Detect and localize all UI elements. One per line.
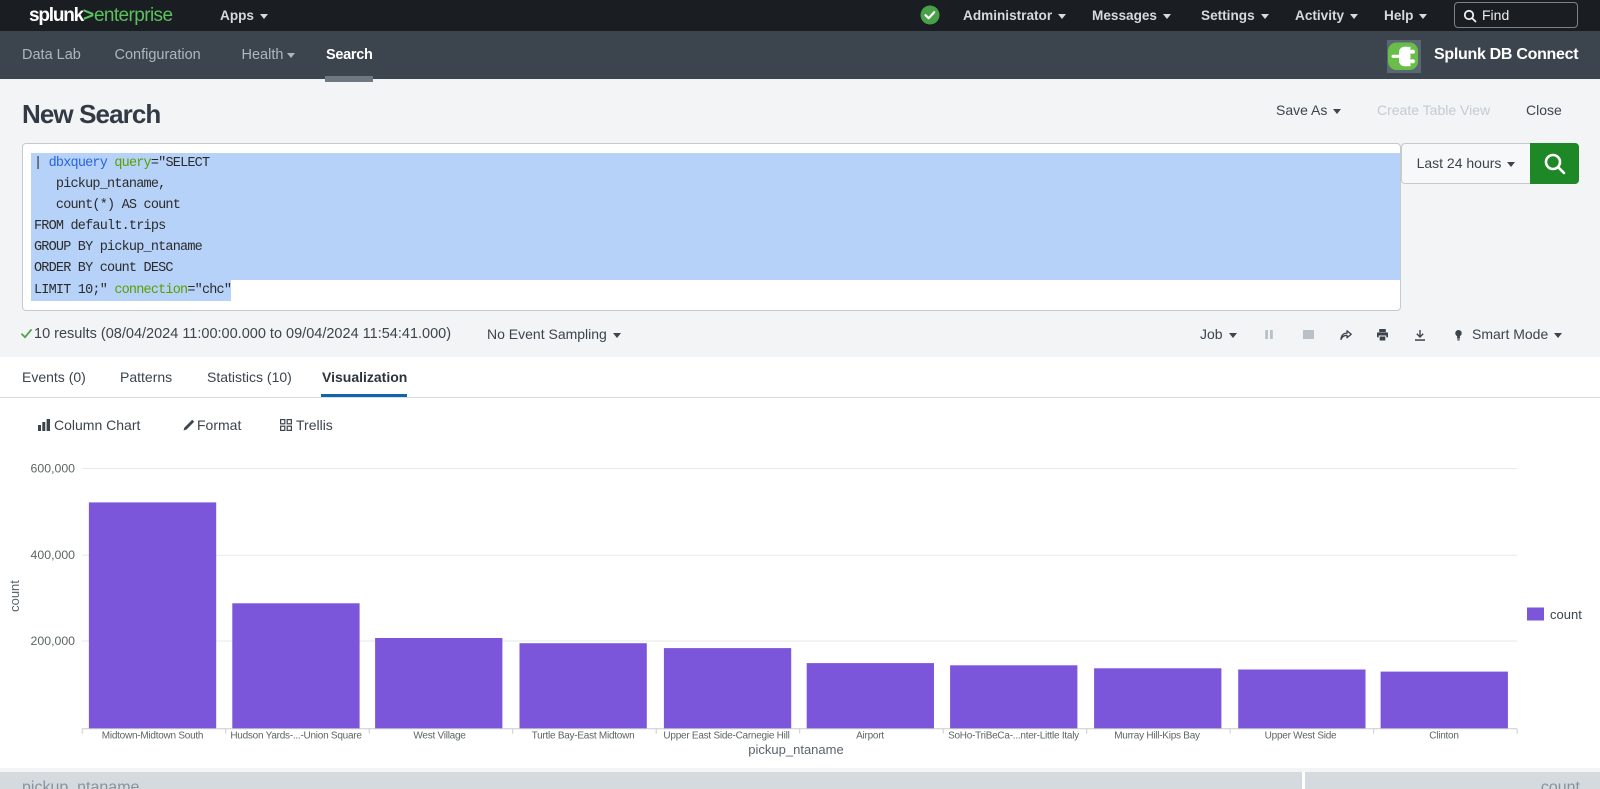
- svg-text:count: count: [1550, 607, 1582, 622]
- svg-text:Midtown-Midtown South: Midtown-Midtown South: [102, 730, 203, 741]
- svg-text:count: count: [7, 580, 22, 612]
- svg-text:SoHo-TriBeCa-...nter-Little It: SoHo-TriBeCa-...nter-Little Italy: [948, 730, 1079, 741]
- svg-text:400,000: 400,000: [31, 548, 76, 562]
- svg-text:Upper East Side-Carnegie Hill: Upper East Side-Carnegie Hill: [663, 730, 789, 741]
- svg-text:600,000: 600,000: [31, 462, 76, 476]
- svg-text:pickup_ntaname: pickup_ntaname: [748, 742, 843, 757]
- svg-text:Hudson Yards-...-Union Square: Hudson Yards-...-Union Square: [230, 730, 362, 741]
- svg-text:Upper West Side: Upper West Side: [1265, 730, 1337, 741]
- svg-text:Turtle Bay-East Midtown: Turtle Bay-East Midtown: [532, 730, 635, 741]
- svg-text:Clinton: Clinton: [1429, 730, 1458, 741]
- svg-text:West Village: West Village: [413, 730, 466, 741]
- svg-text:200,000: 200,000: [31, 634, 76, 648]
- svg-text:Murray Hill-Kips Bay: Murray Hill-Kips Bay: [1114, 730, 1200, 741]
- svg-text:Airport: Airport: [856, 730, 884, 741]
